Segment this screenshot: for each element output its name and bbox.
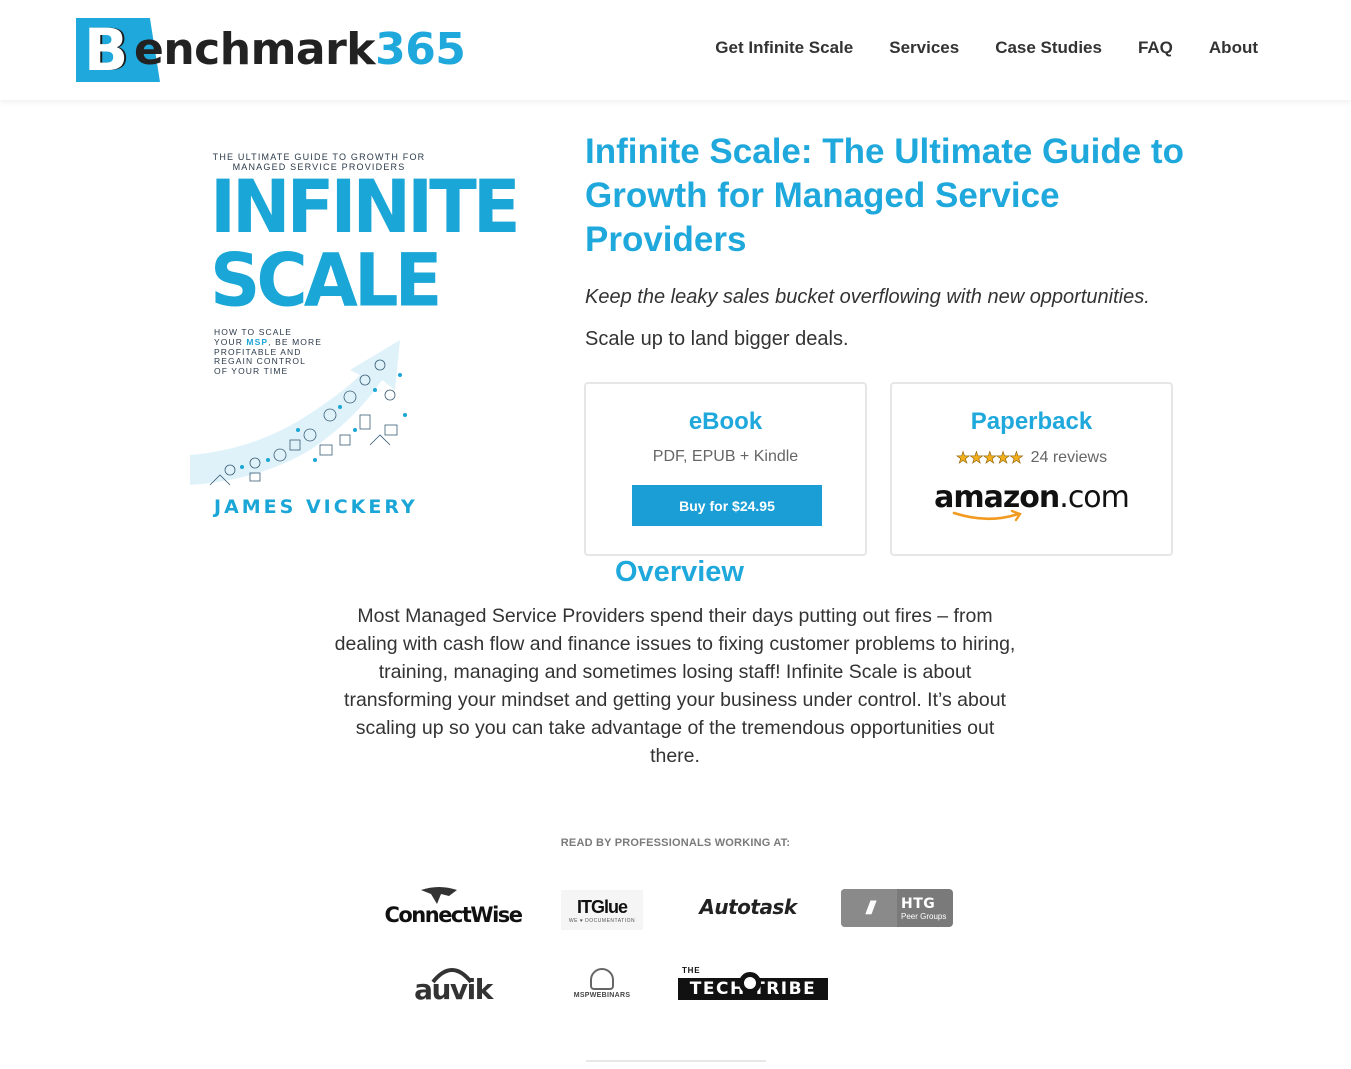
amazon-logo[interactable]: amazon.com: [892, 480, 1171, 522]
paperback-card[interactable]: Paperback ★★★★★ 24 reviews amazon.com: [890, 382, 1173, 556]
logo-letter: B: [84, 16, 129, 84]
mspwebinars-wordmark: MSPWEBINARS: [573, 991, 631, 999]
htg-wordmark: HTG: [901, 895, 936, 912]
subline: Scale up to land bigger deals.: [585, 328, 849, 350]
connectwise-wordmark: ConnectWise: [384, 903, 523, 927]
techtribe-cog-icon: [739, 972, 761, 994]
autotask-logo: Autotask: [688, 893, 808, 921]
cover-subtitle: HOW TO SCALE YOUR MSP, BE MORE PROFITABL…: [214, 327, 322, 377]
htg-text: HTG Peer Groups: [897, 896, 946, 921]
cover-subtitle-line: OF YOUR TIME: [214, 366, 289, 377]
cover-subtitle-part: YOUR: [214, 336, 247, 347]
htg-mark-icon: ///: [841, 889, 897, 927]
star-rating-icon: ★★★★★: [955, 450, 1024, 468]
techtribe-the: THE: [682, 966, 701, 975]
amazon-tld: .com: [1059, 480, 1130, 515]
benchmark365-logo[interactable]: B enchmark365: [76, 16, 466, 84]
cover-title-line: INFINITE: [210, 163, 521, 250]
read-by-heading: READ BY PROFESSIONALS WORKING AT:: [560, 837, 791, 849]
ebook-heading: eBook: [688, 408, 763, 435]
book-cover: THE ULTIMATE GUIDE TO GROWTH FOR MANAGED…: [190, 140, 521, 525]
connectwise-logo: ConnectWise: [383, 884, 523, 932]
cover-author: JAMES VICKERY: [214, 496, 418, 518]
cover-subtitle-msp: MSP: [246, 336, 269, 347]
mspwebinars-face-icon: [590, 967, 614, 990]
auvik-arc-icon: [431, 968, 473, 984]
rating: ★★★★★ 24 reviews: [892, 448, 1171, 468]
itglue-tagline: WE ♥ DOCUMENTATION: [568, 917, 636, 924]
cover-subtitle-part: , BE MORE: [268, 336, 322, 347]
ebook-formats: PDF, EPUB + Kindle: [652, 448, 799, 465]
tagline: Keep the leaky sales bucket overflowing …: [585, 286, 1150, 308]
paperback-heading: Paperback: [970, 408, 1093, 435]
cover-title: INFINITE SCALE: [210, 163, 521, 324]
nav-get-infinite-scale[interactable]: Get Infinite Scale: [715, 38, 853, 58]
site-header: B enchmark365 Get Infinite Scale Service…: [0, 0, 1351, 100]
nav-about[interactable]: About: [1209, 38, 1258, 58]
nav-case-studies[interactable]: Case Studies: [995, 38, 1102, 58]
review-count[interactable]: 24 reviews: [1031, 449, 1107, 467]
itglue-logo: ITGlue WE ♥ DOCUMENTATION: [561, 890, 643, 930]
nav-services[interactable]: Services: [889, 38, 959, 58]
itglue-wordmark: ITGlue: [576, 896, 628, 917]
nav-faq[interactable]: FAQ: [1138, 38, 1173, 58]
connectwise-swoosh-icon: [421, 887, 457, 904]
overview-body: Most Managed Service Providers spend the…: [334, 605, 1016, 767]
ebook-card: eBook PDF, EPUB + Kindle Buy for $24.95: [584, 382, 867, 556]
amazon-smile-icon: [952, 510, 1022, 522]
cover-kicker-line: THE ULTIMATE GUIDE TO GROWTH FOR: [212, 152, 426, 162]
auvik-logo: auvik: [411, 964, 495, 1008]
autotask-wordmark: Autotask: [699, 895, 797, 919]
techtribe-logo: THE TECH TRIBE: [677, 966, 829, 1002]
logo-wordmark: enchmark365: [134, 24, 466, 76]
htg-tagline: Peer Groups: [901, 911, 947, 921]
htg-logo: /// HTG Peer Groups: [841, 889, 953, 927]
buy-ebook-button[interactable]: Buy for $24.95: [632, 485, 822, 526]
logo-word: enchmark: [134, 24, 376, 75]
mspwebinars-logo: MSPWEBINARS: [566, 964, 638, 1002]
overview-heading: Overview: [615, 556, 744, 588]
section-divider: [586, 1060, 766, 1062]
page-title: Infinite Scale: The Ultimate Guide to Gr…: [585, 132, 1184, 259]
main-nav: Get Infinite Scale Services Case Studies…: [715, 38, 1258, 58]
cover-title-line: SCALE: [210, 237, 442, 324]
logo-number: 365: [375, 24, 466, 75]
